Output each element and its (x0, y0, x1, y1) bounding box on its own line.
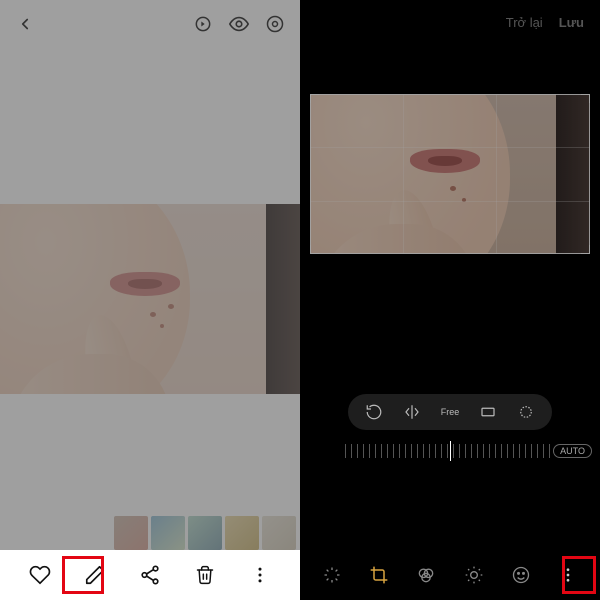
thumbnail[interactable] (114, 516, 148, 550)
thumbnail[interactable] (225, 516, 259, 550)
bixby-vision-icon[interactable] (192, 13, 214, 35)
viewer-bottombar (0, 550, 300, 600)
thumbnail[interactable] (151, 516, 185, 550)
auto-enhance-icon[interactable] (316, 559, 348, 591)
back-button[interactable] (14, 13, 36, 35)
gallery-viewer (0, 0, 300, 600)
smartview-icon[interactable] (264, 13, 286, 35)
thumbnail[interactable] (188, 516, 222, 550)
crop-tab-icon[interactable] (363, 559, 395, 591)
editor-bottombar (300, 550, 600, 600)
flip-icon[interactable] (402, 402, 422, 422)
photo-preview[interactable] (0, 204, 300, 394)
favorite-button[interactable] (22, 557, 58, 593)
straighten-ruler[interactable]: AUTO (300, 440, 600, 462)
view-icon[interactable] (228, 13, 250, 35)
thumbnail-strip[interactable] (114, 516, 300, 550)
editor-back-button[interactable]: Trở lại (506, 15, 543, 30)
free-crop-icon[interactable]: Free (440, 402, 460, 422)
rotate-icon[interactable] (364, 402, 384, 422)
delete-button[interactable] (187, 557, 223, 593)
edit-button[interactable] (77, 557, 113, 593)
more-button[interactable] (242, 557, 278, 593)
share-button[interactable] (132, 557, 168, 593)
auto-badge[interactable]: AUTO (553, 444, 592, 458)
filter-tab-icon[interactable] (410, 559, 442, 591)
ratio-icon[interactable] (478, 402, 498, 422)
crop-frame[interactable] (310, 94, 590, 254)
adjust-tab-icon[interactable] (458, 559, 490, 591)
thumbnail[interactable] (262, 516, 296, 550)
crop-tool-pill: Free (348, 394, 552, 430)
photo-editor: Trở lại Lưu Free (300, 0, 600, 600)
crop-preview[interactable] (310, 94, 590, 254)
editor-save-button[interactable]: Lưu (559, 15, 584, 30)
lasso-icon[interactable] (516, 402, 536, 422)
editor-more-button[interactable] (552, 559, 584, 591)
viewer-topbar (0, 0, 300, 48)
editor-topbar: Trở lại Lưu (300, 0, 600, 44)
sticker-tab-icon[interactable] (505, 559, 537, 591)
